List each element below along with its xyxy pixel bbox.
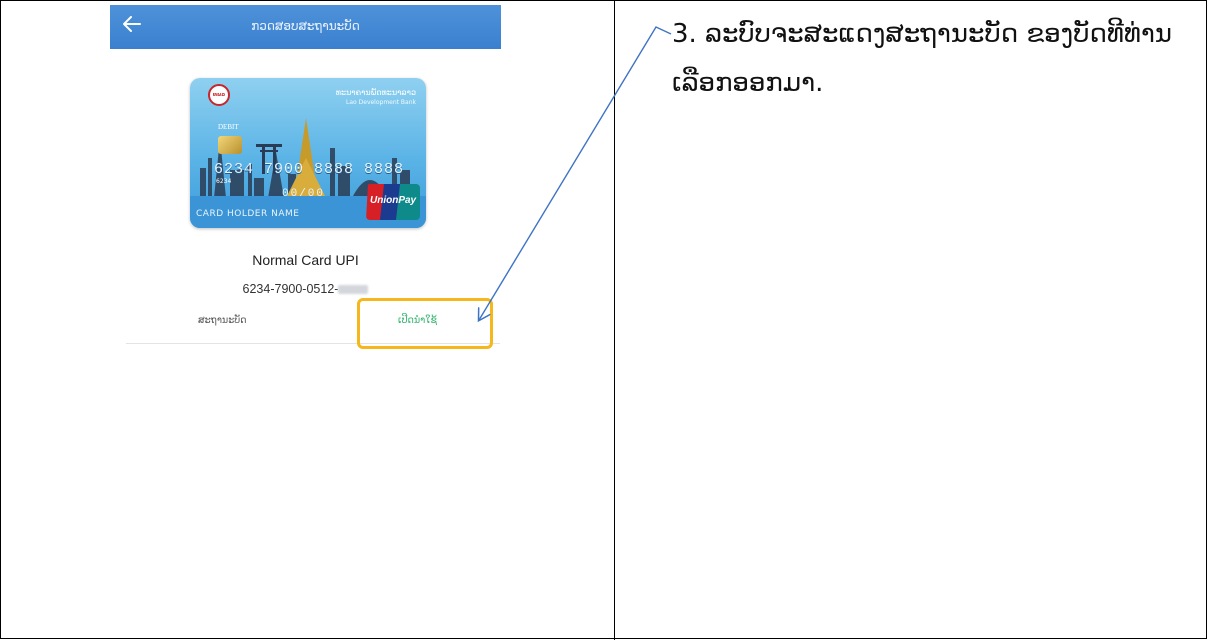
- status-highlight-box: [357, 298, 493, 349]
- header-title: ກວດສອບສະຖານະບັດ: [251, 19, 360, 33]
- card-status-label: ສະຖານະບັດ: [198, 315, 247, 326]
- card-number: 6234 7900 8888 8888: [214, 161, 405, 178]
- instruction-text: 3. ລະບົບຈະສະແດງສະຖານະບັດ ຂອງບັດທີທ່ານເລື…: [672, 10, 1192, 108]
- bank-logo-text: ທພລ: [212, 92, 226, 98]
- card-valid-thru: 00/00: [282, 188, 326, 200]
- card-bank-name-en: Lao Development Bank: [346, 99, 416, 106]
- unionpay-logo-icon: UnionPay: [366, 184, 420, 220]
- card-account-number: 6234-7900-0512-: [110, 282, 501, 296]
- card-name: Normal Card UPI: [252, 252, 359, 268]
- card-debit-label: DEBIT: [218, 123, 239, 131]
- card-bank-name-lao: ທະນາຄານພັດທະນາລາວ: [335, 88, 416, 97]
- app-header: ກວດສອບສະຖານະບັດ: [110, 5, 501, 49]
- bank-card-image: ທພລ ທະນາຄານພັດທະນາລາວ Lao Development Ba…: [190, 78, 426, 228]
- card-account-number-text: 6234-7900-0512-: [242, 282, 339, 296]
- card-holder-name: CARD HOLDER NAME: [196, 209, 300, 219]
- bank-logo-icon: ທພລ: [208, 84, 230, 106]
- table-column-divider: [614, 0, 615, 640]
- masked-digits: [338, 285, 369, 294]
- unionpay-text: UnionPay: [370, 195, 417, 206]
- card-prefix: 6234: [216, 178, 232, 185]
- step-description: ລະບົບຈະສະແດງສະຖານະບັດ ຂອງບັດທີທ່ານເລືອກອ…: [672, 19, 1173, 98]
- card-bank-name: ທະນາຄານພັດທະນາລາວ Lao Development Bank: [336, 88, 416, 108]
- step-number: 3.: [672, 19, 697, 49]
- chip-icon: [218, 136, 242, 154]
